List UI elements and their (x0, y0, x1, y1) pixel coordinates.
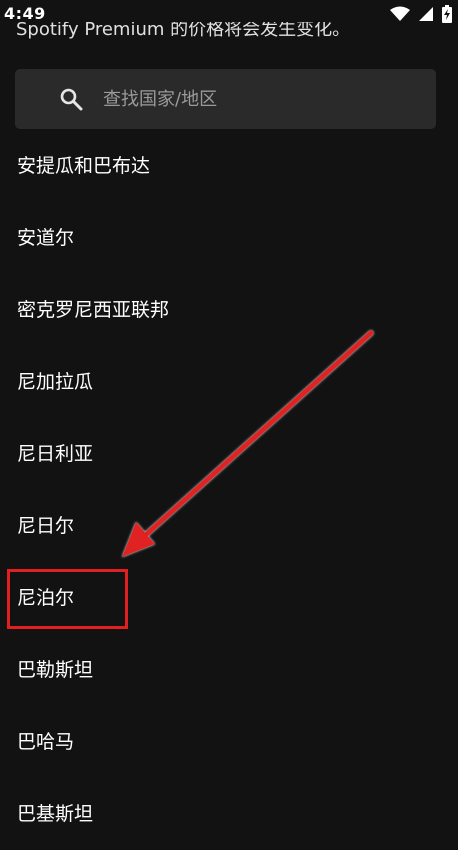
price-change-notice-text: Spotify Premium 的价格将会发生变化。 (16, 22, 351, 40)
search-box[interactable] (15, 69, 436, 129)
price-change-notice: Spotify Premium 的价格将会发生变化。 (16, 22, 350, 46)
country-item[interactable]: 巴基斯坦 (0, 778, 458, 850)
country-item[interactable]: 尼日利亚 (0, 418, 458, 490)
country-item[interactable]: 安提瓜和巴布达 (0, 130, 458, 202)
country-item[interactable]: 安道尔 (0, 202, 458, 274)
status-icons (390, 5, 452, 23)
country-list: 安提瓜和巴布达 安道尔 密克罗尼西亚联邦 尼加拉瓜 尼日利亚 尼日尔 尼泊尔 巴… (0, 130, 458, 850)
country-item[interactable]: 密克罗尼西亚联邦 (0, 274, 458, 346)
status-time: 4:49 (4, 4, 46, 23)
country-item[interactable]: 尼日尔 (0, 490, 458, 562)
country-item[interactable]: 巴勒斯坦 (0, 634, 458, 706)
wifi-icon (390, 6, 410, 21)
battery-charging-icon (442, 5, 452, 23)
country-item-nepal[interactable]: 尼泊尔 (0, 562, 458, 634)
signal-icon (419, 7, 433, 21)
search-icon (60, 88, 83, 111)
country-item[interactable]: 巴哈马 (0, 706, 458, 778)
country-item[interactable]: 尼加拉瓜 (0, 346, 458, 418)
search-input[interactable] (99, 83, 427, 115)
